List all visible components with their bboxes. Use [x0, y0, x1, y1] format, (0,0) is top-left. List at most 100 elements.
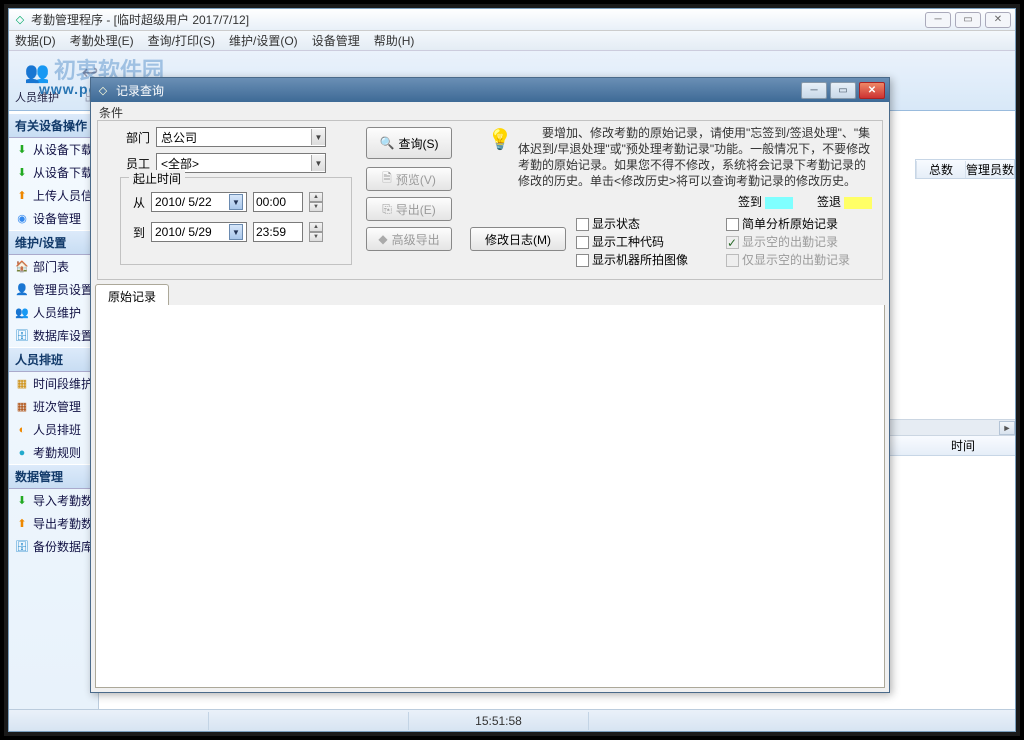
db-icon: 🗄 — [15, 329, 29, 343]
modify-log-button[interactable]: 修改日志(M) — [470, 227, 566, 251]
menu-device[interactable]: 设备管理 — [312, 32, 360, 49]
shift-icon: ▦ — [15, 400, 29, 414]
dialog-minimize-button[interactable]: ─ — [801, 82, 827, 99]
column-headers: 总数 管理员数 — [915, 159, 1015, 179]
schedule-icon: ◐ — [15, 423, 29, 437]
chk-simple-row[interactable]: 简单分析原始记录 — [726, 215, 850, 233]
maximize-button[interactable]: ▭ — [955, 12, 981, 28]
to-row: 到 2010/ 5/29▼ 23:59 ▲▼ — [127, 222, 323, 242]
col-admin: 管理员数 — [965, 161, 1014, 178]
chk-status-row[interactable]: 显示状态 — [576, 215, 688, 233]
dialog-titlebar[interactable]: ◇ 记录查询 ─ ▭ ✕ — [91, 78, 889, 102]
minimize-button[interactable]: ─ — [925, 12, 951, 28]
calendar-dropdown-icon[interactable]: ▼ — [229, 194, 243, 210]
chk-photo-row[interactable]: 显示机器所拍图像 — [576, 251, 688, 269]
sidebar-item[interactable]: ⬇从设备下载 — [9, 161, 98, 184]
from-time-input[interactable]: 00:00 — [253, 192, 303, 212]
import-icon: ⬇ — [15, 494, 29, 508]
lower-header-time: 时间 — [951, 437, 975, 454]
device-icon: ◉ — [15, 212, 29, 226]
record-query-dialog: ◇ 记录查询 ─ ▭ ✕ 条件 部门 总公司▼ 员工 <全部>▼ 起止时间 — [90, 77, 890, 693]
dept-icon: 🏠 — [15, 260, 29, 274]
chk-only-empty-row: 仅显示空的出勤记录 — [726, 251, 850, 269]
side-group-schedule: 人员排班 — [9, 347, 98, 372]
app-icon: ◇ — [13, 13, 27, 27]
status-time: 15:51:58 — [409, 712, 589, 730]
preview-button[interactable]: 🗎预览(V) — [366, 167, 452, 191]
legend-checkout: 签退 — [817, 193, 872, 210]
to-date-input[interactable]: 2010/ 5/29▼ — [151, 222, 247, 242]
sidebar-item[interactable]: ⬆导出考勤数 — [9, 512, 98, 535]
menu-maintain[interactable]: 维护/设置(O) — [229, 32, 298, 49]
from-date-input[interactable]: 2010/ 5/22▼ — [151, 192, 247, 212]
dept-label: 部门 — [118, 129, 150, 146]
checkbox[interactable] — [576, 236, 589, 249]
legend: 签到 签退 — [738, 193, 872, 210]
main-menubar: 数据(D) 考勤处理(E) 查询/打印(S) 维护/设置(O) 设备管理 帮助(… — [9, 31, 1015, 51]
checkbox — [726, 236, 739, 249]
side-group-device: 有关设备操作 — [9, 113, 98, 138]
main-title: 考勤管理程序 - [临时超级用户 2017/7/12] — [31, 11, 249, 28]
sidebar-item[interactable]: 🗄数据库设置 — [9, 324, 98, 347]
query-button[interactable]: 🔍查询(S) — [366, 127, 452, 159]
to-time-input[interactable]: 23:59 — [253, 222, 303, 242]
dialog-maximize-button[interactable]: ▭ — [830, 82, 856, 99]
close-button[interactable]: ✕ — [985, 12, 1011, 28]
scroll-right-icon[interactable]: ► — [999, 421, 1015, 435]
side-group-data: 数据管理 — [9, 464, 98, 489]
people-icon: 👥 — [15, 306, 29, 320]
status-seg-2 — [209, 712, 409, 730]
download-icon: ⬇ — [15, 166, 29, 180]
chk-col-left: 显示状态 显示工种代码 显示机器所拍图像 — [576, 215, 688, 269]
sidebar-item[interactable]: ⬇从设备下载 — [9, 138, 98, 161]
condition-box: 部门 总公司▼ 员工 <全部>▼ 起止时间 从 2010/ 5/22▼ 00:0… — [97, 120, 883, 280]
menu-attendance[interactable]: 考勤处理(E) — [70, 32, 134, 49]
sidebar-item[interactable]: 🗄备份数据库 — [9, 535, 98, 558]
side-group-maintain: 维护/设置 — [9, 230, 98, 255]
emp-label: 员工 — [118, 155, 150, 172]
checkbox[interactable] — [726, 218, 739, 231]
rule-icon: ● — [15, 446, 29, 460]
export-button[interactable]: ⎘导出(E) — [366, 197, 452, 221]
sidebar-item[interactable]: 🏠部门表 — [9, 255, 98, 278]
menu-data[interactable]: 数据(D) — [15, 32, 56, 49]
tab-strip: 原始记录 — [95, 284, 885, 306]
checkout-swatch — [844, 197, 872, 209]
download-icon: ⬇ — [15, 143, 29, 157]
sidebar: 有关设备操作 ⬇从设备下载 ⬇从设备下载 ⬆上传人员信 ◉设备管理 维护/设置 … — [9, 113, 99, 709]
adv-export-button[interactable]: ◆高级导出 — [366, 227, 452, 251]
menu-help[interactable]: 帮助(H) — [374, 32, 415, 49]
dept-combo[interactable]: 总公司▼ — [156, 127, 326, 147]
calendar-dropdown-icon[interactable]: ▼ — [229, 224, 243, 240]
sidebar-item[interactable]: ▦班次管理 — [9, 395, 98, 418]
checkbox[interactable] — [576, 218, 589, 231]
upload-icon: ⬆ — [15, 189, 29, 203]
to-time-spinner[interactable]: ▲▼ — [309, 222, 323, 242]
hint-text: 要增加、修改考勤的原始记录，请使用"忘签到/签退处理"、"集体迟到/早退处理"或… — [518, 125, 872, 189]
sidebar-item[interactable]: ◉设备管理 — [9, 207, 98, 230]
dialog-close-button[interactable]: ✕ — [859, 82, 885, 99]
checkbox[interactable] — [576, 254, 589, 267]
sidebar-item[interactable]: 👥人员维护 — [9, 301, 98, 324]
time-range-box: 起止时间 从 2010/ 5/22▼ 00:00 ▲▼ 到 2010/ 5/29… — [120, 177, 352, 265]
chk-jobcode-row[interactable]: 显示工种代码 — [576, 233, 688, 251]
dialog-title: 记录查询 — [116, 82, 164, 99]
menu-query[interactable]: 查询/打印(S) — [148, 32, 215, 49]
dialog-icon: ◇ — [95, 82, 111, 98]
tab-content — [95, 305, 885, 688]
sidebar-item[interactable]: ▦时间段维护 — [9, 372, 98, 395]
sidebar-item[interactable]: 👤管理员设置 — [9, 278, 98, 301]
from-time-spinner[interactable]: ▲▼ — [309, 192, 323, 212]
from-label: 从 — [127, 194, 145, 211]
preview-icon: 🗎 — [382, 169, 392, 190]
export-icon: ⎘ — [382, 202, 392, 217]
checkin-swatch — [765, 197, 793, 209]
dialog-body: 条件 部门 总公司▼ 员工 <全部>▼ 起止时间 从 2010/ 5/22▼ — [91, 102, 889, 692]
statusbar: 15:51:58 — [9, 709, 1015, 731]
status-seg-4 — [589, 712, 1015, 730]
chevron-down-icon: ▼ — [311, 155, 325, 171]
sidebar-item[interactable]: ●考勤规则 — [9, 441, 98, 464]
sidebar-item[interactable]: ⬆上传人员信 — [9, 184, 98, 207]
sidebar-item[interactable]: ◐人员排班 — [9, 418, 98, 441]
sidebar-item[interactable]: ⬇导入考勤数 — [9, 489, 98, 512]
